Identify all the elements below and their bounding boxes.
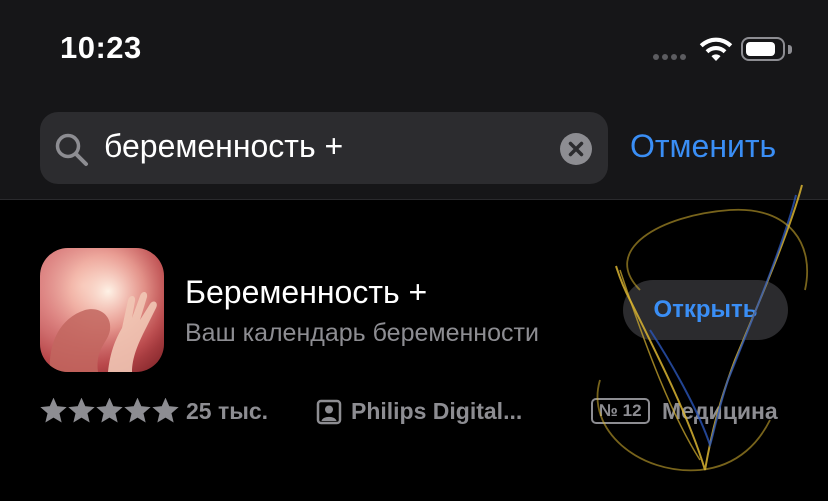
app-title[interactable]: Беременность + <box>185 274 427 311</box>
search-icon <box>55 133 88 166</box>
cancel-button[interactable]: Отменить <box>630 128 776 165</box>
app-icon[interactable] <box>40 248 164 372</box>
clear-icon[interactable] <box>559 132 593 166</box>
status-time: 10:23 <box>60 30 142 65</box>
star-icon <box>40 398 67 423</box>
app-store-screen: 10:23 беременность + Отменить Беременнос… <box>0 0 828 501</box>
chart-rank-badge: № 12 <box>591 398 650 424</box>
rating-count: 25 тыс. <box>186 398 269 424</box>
open-button[interactable]: Открыть <box>623 280 788 340</box>
person-icon <box>316 399 342 425</box>
star-icon <box>96 398 123 423</box>
developer-name[interactable]: Philips Digital... <box>351 398 522 425</box>
star-icon <box>152 398 179 423</box>
rating-stars <box>40 398 179 423</box>
search-query[interactable]: беременность + <box>104 128 343 165</box>
category-label[interactable]: Медицина <box>662 398 778 425</box>
battery-tip <box>788 45 792 54</box>
wifi-icon <box>699 37 733 61</box>
cellular-signal-icon <box>653 54 686 60</box>
star-icon <box>124 398 151 423</box>
star-icon <box>68 398 95 423</box>
fetus-hand-icon <box>40 248 164 372</box>
app-subtitle: Ваш календарь беременности <box>185 319 539 347</box>
battery-icon <box>741 37 785 61</box>
battery-level <box>746 42 775 56</box>
header-divider <box>0 199 828 200</box>
